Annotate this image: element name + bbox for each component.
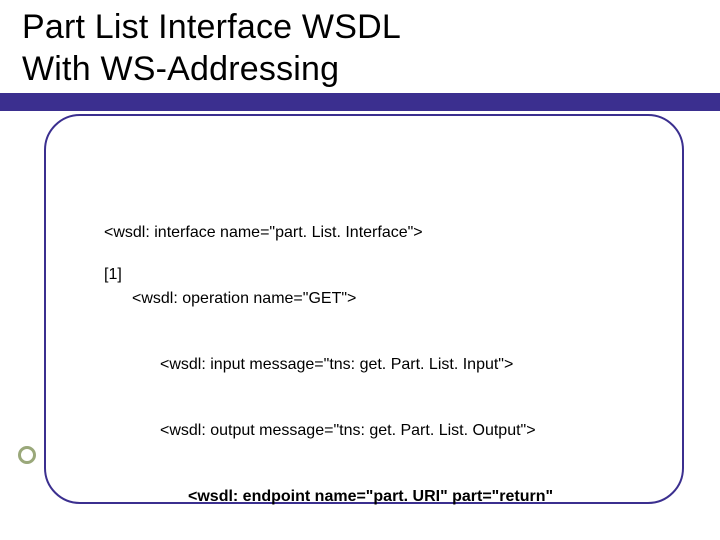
code-line: <wsdl: input message="tns: get. Part. Li… bbox=[104, 354, 513, 376]
slide: Part List Interface WSDL With WS-Address… bbox=[0, 0, 720, 540]
bullet-circle-icon bbox=[18, 446, 36, 464]
header-underline bbox=[0, 109, 720, 111]
title-line-1: Part List Interface WSDL bbox=[22, 8, 401, 47]
code-line: <wsdl: operation name="GET"> bbox=[104, 288, 356, 310]
header-bar bbox=[0, 93, 720, 109]
wsdl-code-block: <wsdl: interface name="part. List. Inter… bbox=[104, 178, 579, 540]
code-line: <wsdl: output message="tns: get. Part. L… bbox=[104, 420, 536, 442]
code-line: <wsdl: interface name="part. List. Inter… bbox=[104, 224, 423, 241]
title-line-2: With WS-Addressing bbox=[22, 50, 339, 89]
code-line-bold: <wsdl: endpoint name="part. URI" part="r… bbox=[104, 486, 553, 508]
